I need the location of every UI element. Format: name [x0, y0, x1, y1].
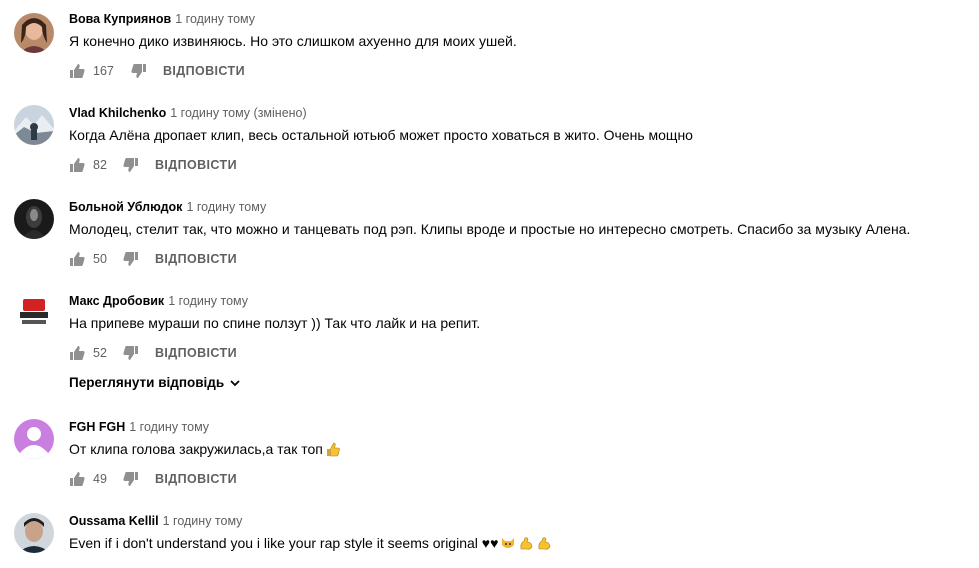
comment-actions: 82 ВІДПОВІСТИ	[69, 155, 237, 175]
thumb-down-icon[interactable]	[123, 251, 139, 267]
like-count: 82	[93, 158, 107, 172]
thumb-down-icon[interactable]	[123, 157, 139, 173]
chevron-down-icon	[228, 376, 242, 390]
author-name[interactable]: Oussama Kellil	[69, 514, 159, 528]
comment-text: Я конечно дико извиняюсь. Но это слишком…	[69, 33, 517, 49]
like-count: 52	[93, 346, 107, 360]
reply-button[interactable]: ВІДПОВІСТИ	[155, 346, 237, 360]
timestamp[interactable]: 1 годину тому	[168, 294, 248, 308]
avatar[interactable]	[14, 199, 54, 239]
comment-text: От клипа голова закружилась,а так топ	[69, 439, 341, 459]
author-name[interactable]: Больной Ублюдок	[69, 200, 182, 214]
thumb-down-icon[interactable]	[123, 345, 139, 361]
comment-header: Больной Ублюдок 1 годину тому	[69, 199, 266, 215]
comment-header: Vlad Khilchenko 1 годину тому (змінено)	[69, 105, 307, 121]
thumb-up-icon[interactable]	[69, 251, 85, 267]
comment-header: Вова Куприянов 1 годину тому	[69, 11, 255, 27]
thumb-up-icon[interactable]	[69, 63, 85, 79]
author-name[interactable]: Vlad Khilchenko	[69, 106, 166, 120]
like-count: 167	[93, 64, 114, 78]
comment-header: Oussama Kellil 1 годину тому	[69, 513, 242, 529]
cat-face-emoji-icon	[500, 535, 516, 551]
comment-actions: 49 ВІДПОВІСТИ	[69, 469, 237, 489]
thumb-down-icon[interactable]	[131, 63, 147, 79]
comment-header: FGH FGH 1 годину тому	[69, 419, 209, 435]
comment-text: Молодец, стелит так, что можно и танцева…	[69, 221, 911, 237]
comment-actions: 50 ВІДПОВІСТИ	[69, 249, 237, 269]
reply-button[interactable]: ВІДПОВІСТИ	[155, 252, 237, 266]
comment-text-content: Even if i don't understand you i like yo…	[69, 535, 499, 551]
comment-header: Макс Дробовик 1 годину тому	[69, 293, 248, 309]
avatar[interactable]	[14, 419, 54, 459]
avatar[interactable]	[14, 105, 54, 145]
thumb-up-icon[interactable]	[69, 157, 85, 173]
avatar[interactable]	[14, 13, 54, 53]
avatar[interactable]	[14, 293, 54, 333]
view-replies-label: Переглянути відповідь	[69, 375, 225, 390]
comment-text: Even if i don't understand you i like yo…	[69, 533, 552, 553]
view-replies-button[interactable]: Переглянути відповідь	[69, 375, 242, 390]
author-name[interactable]: Вова Куприянов	[69, 12, 171, 26]
comment-text-content: От клипа голова закружилась,а так топ	[69, 441, 323, 457]
timestamp[interactable]: 1 годину тому	[175, 12, 255, 26]
timestamp[interactable]: 1 годину тому	[129, 420, 209, 434]
reply-button[interactable]: ВІДПОВІСТИ	[155, 472, 237, 486]
comment-actions: 52 ВІДПОВІСТИ	[69, 343, 237, 363]
comment-text: Когда Алёна дропает клип, весь остальной…	[69, 127, 693, 143]
author-name[interactable]: FGH FGH	[69, 420, 125, 434]
avatar[interactable]	[14, 513, 54, 553]
thumb-down-icon[interactable]	[123, 471, 139, 487]
timestamp[interactable]: 1 годину тому	[186, 200, 266, 214]
reply-button[interactable]: ВІДПОВІСТИ	[163, 64, 245, 78]
timestamp[interactable]: 1 годину тому (змінено)	[170, 106, 306, 120]
timestamp[interactable]: 1 годину тому	[163, 514, 243, 528]
thumb-up-icon[interactable]	[69, 345, 85, 361]
author-name[interactable]: Макс Дробовик	[69, 294, 164, 308]
thumbs-up-emoji-icon	[325, 441, 341, 457]
thumb-up-icon[interactable]	[69, 471, 85, 487]
like-count: 50	[93, 252, 107, 266]
like-count: 49	[93, 472, 107, 486]
flexed-biceps-emoji-icon	[536, 535, 552, 551]
comment-actions: 167 ВІДПОВІСТИ	[69, 61, 245, 81]
comment-text: На припеве мураши по спине ползут )) Так…	[69, 315, 481, 331]
flexed-biceps-emoji-icon	[518, 535, 534, 551]
reply-button[interactable]: ВІДПОВІСТИ	[155, 158, 237, 172]
